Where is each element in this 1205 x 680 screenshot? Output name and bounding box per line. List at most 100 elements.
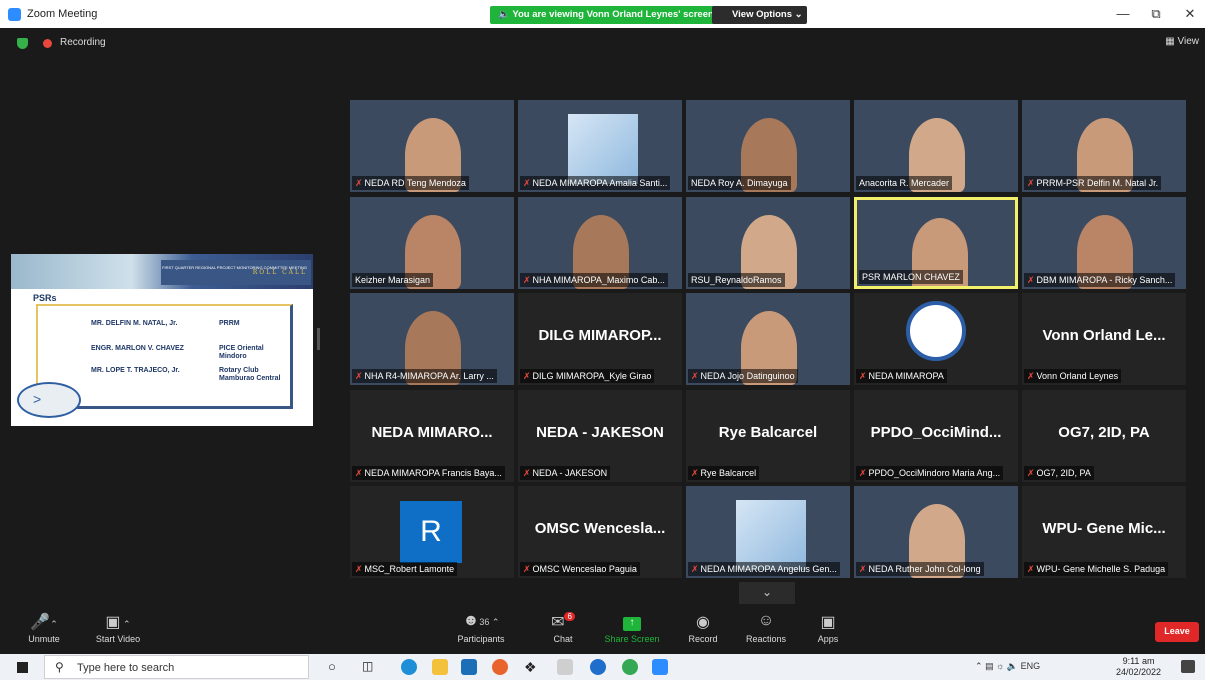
participant-tile[interactable]: PPDO_OcciMind... ✗ PPDO_OcciMindoro Maria … <box>854 390 1018 482</box>
cortana-icon[interactable]: ○ <box>328 659 344 675</box>
participant-display-name: PPDO_OcciMind... <box>870 424 1002 441</box>
windows-start-icon[interactable] <box>17 662 28 673</box>
record-label: Record <box>688 634 718 644</box>
participant-tile[interactable]: Anacorita R. Mercader <box>854 100 1018 192</box>
meeting-area: Recording ▦ View FIRST QUARTER REGIONAL … <box>0 28 1205 608</box>
wifi-icon[interactable]: ☼ <box>996 661 1004 671</box>
muted-mic-icon: ✗ <box>1027 275 1035 285</box>
amazon-icon[interactable] <box>557 659 573 675</box>
participant-tile[interactable]: ✗ NEDA RD Teng Mendoza <box>350 100 514 192</box>
network-icon[interactable]: ▤ <box>985 661 994 671</box>
leave-button[interactable]: Leave <box>1155 622 1199 642</box>
security-shield-icon[interactable] <box>17 38 28 49</box>
participant-shared-slide <box>568 114 638 184</box>
view-button-label: View <box>1177 36 1200 47</box>
maximize-button[interactable]: ⧉ <box>1146 6 1166 22</box>
participant-tile[interactable]: NEDA Roy A. Dimayuga <box>686 100 850 192</box>
participant-name: NEDA Roy A. Dimayuga <box>691 178 788 188</box>
recording-dot-icon <box>43 39 52 48</box>
participant-name: WPU- Gene Michelle S. Paduga <box>1036 564 1166 574</box>
participant-tile[interactable]: ✗ PRRM-PSR Delfin M. Natal Jr. <box>1022 100 1186 192</box>
chrome-icon[interactable] <box>622 659 638 675</box>
meeting-toolbar: 🎤⌃ Unmute ▣ ⌃ Start Video ☻36 ⌃ Particip… <box>0 608 1205 654</box>
participant-display-name: DILG MIMAROP... <box>538 327 662 344</box>
edge-icon[interactable] <box>401 659 417 675</box>
view-options-button[interactable]: View Options ⌄ <box>712 6 807 24</box>
task-view-icon[interactable]: ◫ <box>362 659 378 675</box>
participant-tile[interactable]: NEDA - JAKESON ✗ NEDA - JAKESON <box>518 390 682 482</box>
file-explorer-icon[interactable] <box>432 659 448 675</box>
record-button[interactable]: ◉ Record <box>685 612 721 644</box>
minimize-button[interactable]: — <box>1113 6 1133 21</box>
start-video-button[interactable]: ▣ ⌃ Start Video <box>88 612 148 644</box>
notification-icon[interactable] <box>1181 660 1195 673</box>
taskbar-clock[interactable]: 9:11 am 24/02/2022 <box>1116 656 1161 678</box>
view-button[interactable]: ▦ View <box>1165 36 1199 47</box>
participant-tile[interactable]: ✗ NEDA Ruther John Col-long <box>854 486 1018 578</box>
participant-tile[interactable]: ✗ NHA R4-MIMAROPA Ar. Larry ... <box>350 293 514 385</box>
participant-tile[interactable]: WPU- Gene Mic... ✗ WPU- Gene Michelle S. P… <box>1022 486 1186 578</box>
participant-display-name: NEDA - JAKESON <box>536 424 664 441</box>
participant-tile[interactable]: ✗ NEDA MIMAROPA <box>854 293 1018 385</box>
search-icon: ⚲ <box>55 660 64 674</box>
language-indicator[interactable]: ENG <box>1021 661 1041 671</box>
participant-tile[interactable]: ✗ DBM MIMAROPA - Ricky Sanch... <box>1022 197 1186 289</box>
slide-header: FIRST QUARTER REGIONAL PROJECT MONITORIN… <box>161 260 311 285</box>
chat-label: Chat <box>553 634 573 644</box>
participant-tile[interactable]: DILG MIMAROP... ✗ DILG MIMAROPA_Kyle Girao <box>518 293 682 385</box>
participant-tile[interactable]: ✗ NEDA MIMAROPA Angelus Gen... <box>686 486 850 578</box>
dropbox-icon[interactable]: ❖ <box>524 659 540 675</box>
participant-tile[interactable]: PSR MARLON CHAVEZ <box>854 197 1018 289</box>
participants-icon: ☻36 ⌃ <box>462 612 500 629</box>
close-button[interactable]: ✕ <box>1180 6 1200 22</box>
neda-logo <box>906 301 966 361</box>
participant-tile[interactable]: Keizher Marasigan <box>350 197 514 289</box>
volume-icon[interactable]: 🔈 <box>1007 661 1018 671</box>
participant-tile[interactable]: ✗ NEDA MIMAROPA Amalia Santi... <box>518 100 682 192</box>
participant-name-label: ✗ NEDA MIMAROPA Angelus Gen... <box>688 562 840 576</box>
apps-button[interactable]: ▣ Apps <box>812 612 844 644</box>
split-resize-handle[interactable] <box>317 328 320 350</box>
reactions-label: Reactions <box>745 634 787 644</box>
muted-mic-icon: ✗ <box>355 371 363 381</box>
participant-name-label: Anacorita R. Mercader <box>856 176 953 190</box>
participant-display-name: Vonn Orland Le... <box>1042 327 1166 344</box>
participant-tile[interactable]: ✗ NEDA Jojo Datinguinoo <box>686 293 850 385</box>
muted-mic-icon: ✗ <box>355 178 363 188</box>
chevron-down-icon[interactable]: ⌄ <box>739 582 795 604</box>
participant-tile[interactable]: ✗ NHA MIMAROPA_Maximo Cab... <box>518 197 682 289</box>
participant-name-label: ✗ NEDA Jojo Datinguinoo <box>688 369 798 383</box>
zoom-icon <box>8 8 21 21</box>
tray-overflow-icon[interactable]: ⌃ <box>975 661 983 671</box>
participant-tile[interactable]: R ✗ MSC_Robert Lamonte <box>350 486 514 578</box>
participant-display-name: OG7, 2ID, PA <box>1058 424 1150 441</box>
participants-button[interactable]: ☻36 ⌃ Participants <box>448 612 514 644</box>
muted-mic-icon: ✗ <box>1027 371 1035 381</box>
unmute-button[interactable]: 🎤⌃ Unmute <box>24 612 64 644</box>
participant-tile[interactable]: RSU_ReynaldoRamos <box>686 197 850 289</box>
participant-name: PPDO_OcciMindoro Maria Ang... <box>868 468 1001 478</box>
reactions-button[interactable]: ☺ Reactions <box>742 612 790 644</box>
participant-name-label: ✗ Vonn Orland Leynes <box>1024 369 1122 383</box>
participant-tile[interactable]: OMSC Wencesla... ✗ OMSC Wenceslao Paguia <box>518 486 682 578</box>
participant-tile[interactable]: Rye Balcarcel ✗ Rye Balcarcel <box>686 390 850 482</box>
chat-button[interactable]: ✉ 6 Chat <box>545 612 581 644</box>
mail-icon[interactable] <box>461 659 477 675</box>
participant-tile[interactable]: NEDA MIMARO... ✗ NEDA MIMAROPA Francis Bay… <box>350 390 514 482</box>
muted-mic-icon: ✗ <box>523 371 531 381</box>
participant-tile[interactable]: Vonn Orland Le... ✗ Vonn Orland Leynes <box>1022 293 1186 385</box>
taskbar-search-box[interactable]: ⚲ Type here to search <box>44 655 309 679</box>
psr-name: ENGR. MARLON V. CHAVEZ <box>91 345 184 352</box>
muted-mic-icon: ✗ <box>1027 564 1035 574</box>
participant-name-label: ✗ PRRM-PSR Delfin M. Natal Jr. <box>1024 176 1162 190</box>
participant-tile[interactable]: OG7, 2ID, PA ✗ OG7, 2ID, PA <box>1022 390 1186 482</box>
psr-name: MR. LOPE T. TRAJECO, Jr. <box>91 367 180 374</box>
psr-org: PRRM <box>219 320 240 327</box>
share-screen-label: Share Screen <box>604 634 660 644</box>
zoom-taskbar-icon[interactable] <box>652 659 668 675</box>
muted-mic-icon: 🎤⌃ <box>30 614 58 631</box>
skype-icon[interactable] <box>590 659 606 675</box>
firefox-icon[interactable] <box>492 659 508 675</box>
share-screen-button[interactable]: ↑ Share Screen <box>600 612 664 644</box>
participant-name: NEDA MIMAROPA Amalia Santi... <box>532 178 668 188</box>
